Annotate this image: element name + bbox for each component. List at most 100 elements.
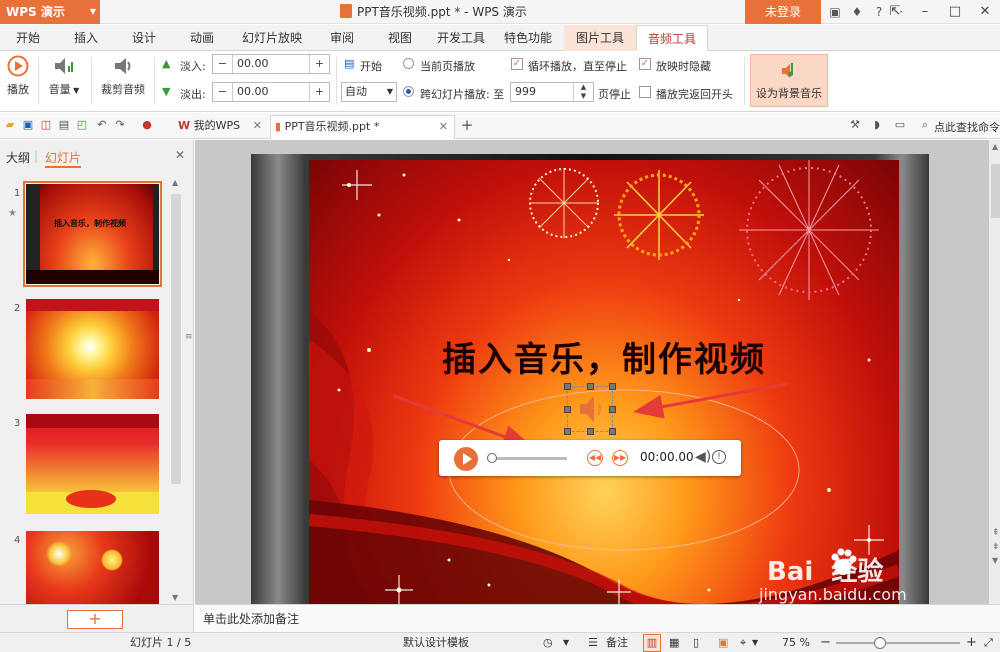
add-slide-button[interactable]: + (67, 610, 123, 629)
customize-icon[interactable]: ● (140, 118, 154, 132)
chevron-down-icon[interactable]: ▼ (563, 633, 569, 652)
shirt-icon[interactable]: ♦ (846, 0, 868, 24)
next-slide-icon[interactable]: ⇟ (992, 542, 1000, 552)
plus-icon[interactable]: + (309, 55, 329, 73)
scroll-up-icon[interactable]: ▲ (172, 178, 178, 187)
open-folder-icon[interactable]: ▰ (3, 118, 17, 132)
new-tab-icon[interactable]: + (460, 118, 474, 133)
notes-pane[interactable]: 单击此处添加备注 (195, 604, 1000, 632)
close-tab-icon[interactable]: ✕ (439, 116, 448, 138)
tab-animation[interactable]: 动画 (174, 25, 230, 51)
doc-tab-current[interactable]: ▮ PPT音乐视频.ppt * ✕ (270, 115, 455, 139)
resize-handle[interactable] (609, 428, 616, 435)
redo-icon[interactable]: ↷ (113, 118, 127, 132)
tool-a-icon[interactable]: ⚒ (848, 118, 862, 132)
slide-thumbnail-1[interactable]: 插入音乐，制作视频 (23, 181, 162, 287)
fade-out-stepper[interactable]: − 00.00 + (212, 82, 330, 102)
close-tab-icon[interactable]: ✕ (253, 115, 262, 137)
undo-icon[interactable]: ↶ (95, 118, 109, 132)
chevron-down-icon[interactable]: ▼ (752, 633, 758, 652)
zoom-in-icon[interactable]: + (966, 633, 977, 652)
tab-audio-tools[interactable]: 音频工具 (636, 25, 708, 52)
fade-in-stepper[interactable]: − 00.00 + (212, 54, 330, 74)
resize-handle[interactable] (609, 406, 616, 413)
panel-scrollbar[interactable]: ▲ ▼ (169, 176, 183, 604)
template-name[interactable]: 默认设计模板 (403, 633, 469, 652)
cross-slide-value[interactable]: 999 (511, 83, 573, 101)
resize-handle[interactable] (564, 406, 571, 413)
comment-icon[interactable]: ▭ (893, 118, 907, 132)
slideshow-icon[interactable]: ▣ (718, 633, 728, 652)
tab-view[interactable]: 视图 (372, 25, 428, 51)
app-menu-button[interactable]: WPS 演示 ▼ (0, 0, 100, 24)
notes-toggle[interactable]: 备注 (606, 633, 628, 652)
tool-b-icon[interactable]: ◗ (870, 118, 884, 132)
scroll-down-icon[interactable]: ▼ (172, 593, 178, 602)
maximize-icon[interactable]: □ (940, 0, 970, 24)
tab-design[interactable]: 设计 (116, 25, 172, 51)
slide-1[interactable]: 插入音乐，制作视频 ◀◀ ▶▶ 00:00.00 ◀) ! (309, 160, 899, 604)
loop-checkbox[interactable]: ✓ (511, 58, 523, 70)
export-pdf-icon[interactable]: ◫ (39, 118, 53, 132)
slide-thumbnail-2[interactable] (26, 299, 159, 399)
history-icon[interactable]: ◷ (543, 633, 553, 652)
slide-thumbnail-3[interactable] (26, 414, 159, 514)
print-icon[interactable]: ▤ (57, 118, 71, 132)
rewind-checkbox[interactable] (639, 86, 651, 98)
progress-track[interactable] (491, 457, 567, 460)
command-search[interactable]: 点此查找命令 (934, 119, 1000, 135)
login-button[interactable]: 未登录 (745, 0, 821, 24)
tab-start[interactable]: 开始 (0, 25, 56, 51)
progress-knob[interactable] (487, 453, 497, 463)
player-volume-icon[interactable]: ◀) (695, 449, 711, 465)
fade-in-value[interactable]: 00.00 (233, 55, 309, 73)
scroll-up-icon[interactable]: ▲ (992, 142, 998, 151)
skin-icon[interactable]: ▣ (824, 0, 846, 24)
play-button[interactable]: 播放 (4, 55, 32, 97)
location-icon[interactable]: ⌖ (740, 633, 746, 652)
resize-handle[interactable] (564, 428, 571, 435)
tab-insert[interactable]: 插入 (58, 25, 114, 51)
tab-developer[interactable]: 开发工具 (430, 25, 492, 51)
minimize-icon[interactable]: – (910, 0, 940, 24)
tab-review[interactable]: 审阅 (314, 25, 370, 51)
close-icon[interactable]: ✕ (175, 148, 185, 162)
scrollbar-thumb[interactable] (171, 194, 181, 484)
resize-handle[interactable] (609, 383, 616, 390)
minus-icon[interactable]: − (213, 55, 233, 73)
hide-during-show-checkbox[interactable]: ✓ (639, 58, 651, 70)
canvas-scrollbar[interactable]: ▲ ⇞ ⇟ ▼ (989, 140, 1000, 604)
cross-slide-stepper[interactable]: 999 ▲ ▼ (510, 82, 594, 102)
outline-tab[interactable]: 大纲 (6, 149, 30, 166)
slide-sorter-icon[interactable]: ▦ (669, 633, 679, 652)
set-background-music-button[interactable]: 设为背景音乐 (750, 54, 828, 107)
print-preview-icon[interactable]: ◰ (75, 118, 89, 132)
scroll-down-icon[interactable]: ▼ (992, 556, 998, 565)
zoom-slider[interactable] (836, 642, 960, 644)
resize-handle[interactable] (587, 428, 594, 435)
rewind-icon[interactable]: ◀◀ (587, 450, 603, 466)
info-icon[interactable]: ! (712, 450, 726, 464)
cross-slide-radio[interactable] (403, 86, 414, 97)
tab-features[interactable]: 特色功能 (494, 25, 562, 51)
doc-tab-mywps[interactable]: W 我的WPS ✕ (174, 115, 266, 139)
notes-toggle-icon[interactable]: ☰ (588, 633, 598, 652)
scrollbar-thumb[interactable] (991, 164, 1000, 218)
save-icon[interactable]: ▣ (21, 118, 35, 132)
trim-audio-button[interactable]: 裁剪音频 (96, 55, 150, 97)
audio-object[interactable] (564, 383, 616, 435)
zoom-slider-knob[interactable] (874, 637, 886, 649)
tab-picture-tools[interactable]: 图片工具 (564, 25, 636, 51)
player-play-button[interactable] (454, 447, 478, 471)
reading-view-icon[interactable]: ▯ (693, 633, 699, 652)
fast-forward-icon[interactable]: ▶▶ (612, 450, 628, 466)
plus-icon[interactable]: + (309, 83, 329, 101)
zoom-level[interactable]: 75 % (782, 633, 810, 652)
prev-slide-icon[interactable]: ⇞ (992, 528, 1000, 538)
panel-resize-grip-icon[interactable]: ≡ (185, 332, 193, 342)
slide-thumbnail-4[interactable] (26, 531, 159, 604)
restore-tabs-icon[interactable]: ⇱ (880, 0, 910, 24)
resize-handle[interactable] (587, 383, 594, 390)
close-icon[interactable]: ✕ (970, 0, 1000, 24)
start-mode-select[interactable]: 自动 ▼ (341, 82, 397, 102)
